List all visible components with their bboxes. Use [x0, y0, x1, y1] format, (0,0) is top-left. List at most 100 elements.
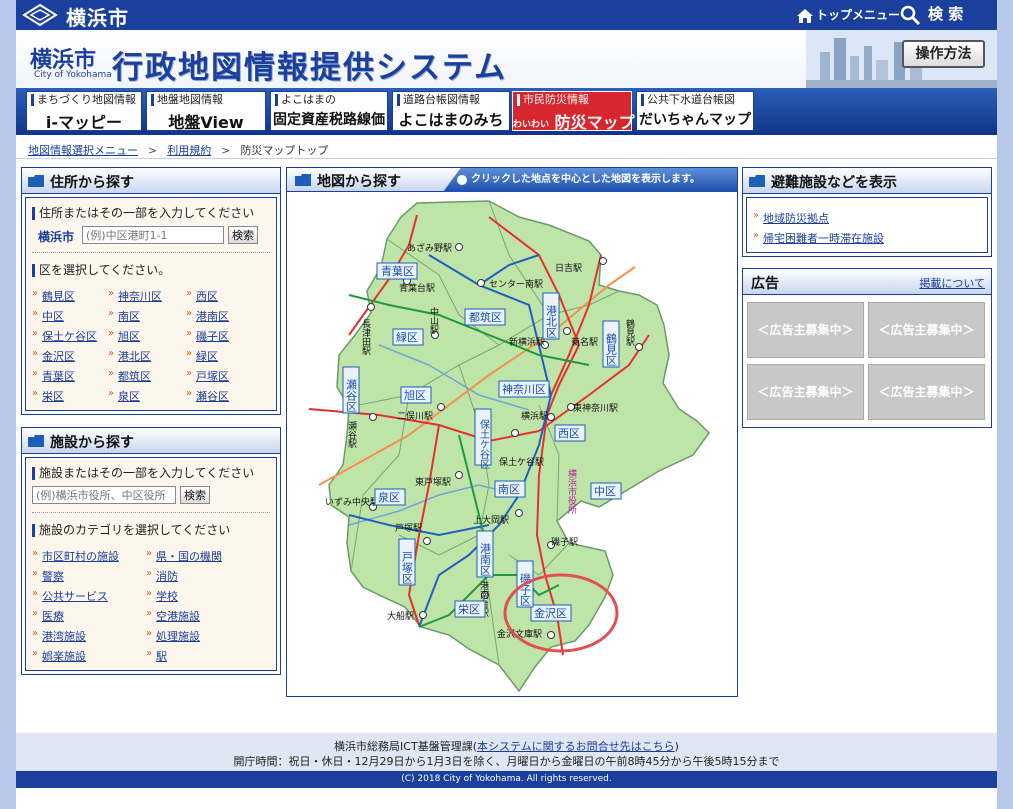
- ad-about-link[interactable]: 掲載について: [919, 275, 985, 291]
- top-menu-link[interactable]: トップメニュー: [796, 6, 900, 24]
- station-marker[interactable]: [635, 343, 643, 351]
- station-marker[interactable]: [437, 403, 445, 411]
- station-marker[interactable]: [511, 429, 519, 437]
- ad-slot[interactable]: ＜広告主募集中＞: [868, 302, 985, 358]
- ward-label-kanagawa[interactable]: 神奈川区: [498, 380, 550, 398]
- footer-contact: 横浜市総務局ICT基盤管理課(本システムに関するお問合せ先はこちら): [16, 738, 997, 754]
- tab-yokohama-michi[interactable]: 道路台帳図情報 よこはまのみち: [392, 91, 510, 131]
- ward-label-text: 神奈川区: [502, 382, 546, 396]
- facility-instruction: 施設またはその一部を入力してください: [32, 467, 254, 480]
- ad-slot[interactable]: ＜広告主募集中＞: [747, 364, 864, 420]
- evacuation-panel-body: 地域防災拠点 帰宅困難者一時滞在施設: [746, 197, 988, 253]
- ward-label-sakae[interactable]: 栄区: [454, 600, 486, 618]
- ward-label-hodogaya[interactable]: 保土ケ谷区: [474, 408, 492, 469]
- chevron-down-icon: [457, 175, 467, 185]
- yokohama-logo-icon[interactable]: [22, 3, 58, 27]
- city-name-link[interactable]: 横浜市: [66, 2, 129, 31]
- category-link-prefecture[interactable]: 県・国の機関: [146, 548, 222, 564]
- category-link-school[interactable]: 学校: [146, 588, 178, 604]
- ward-label-nishi[interactable]: 西区: [554, 424, 586, 442]
- category-link-treatment[interactable]: 処理施設: [146, 628, 200, 644]
- ward-label-tsurumi[interactable]: 鶴見区: [602, 320, 620, 368]
- station-marker[interactable]: [515, 509, 523, 517]
- category-link-port[interactable]: 港湾施設: [32, 628, 86, 644]
- ad-slot[interactable]: ＜広告主募集中＞: [868, 364, 985, 420]
- category-link-municipal[interactable]: 市区町村の施設: [32, 548, 119, 564]
- ward-label-asahi[interactable]: 旭区: [400, 386, 432, 404]
- ward-label-konan[interactable]: 港南区: [476, 530, 494, 578]
- station-marker[interactable]: [419, 611, 427, 619]
- ward-link-kanazawa[interactable]: 金沢区: [32, 348, 75, 364]
- ward-link-asahi[interactable]: 旭区: [108, 328, 140, 344]
- ward-link-sakae[interactable]: 栄区: [32, 388, 64, 404]
- tab-rosenka[interactable]: よこはまの 固定資産税路線価: [270, 91, 388, 131]
- station-marker[interactable]: [547, 413, 555, 421]
- breadcrumb-current: 防災マップトップ: [240, 144, 329, 157]
- address-search-input[interactable]: [82, 226, 224, 244]
- ad-slot[interactable]: ＜広告主募集中＞: [747, 302, 864, 358]
- station-marker[interactable]: [455, 243, 463, 251]
- ward-link-izumi[interactable]: 泉区: [108, 388, 140, 404]
- tab-bosai-map-sub: 市民防災情報: [517, 94, 589, 106]
- ward-link-nishi[interactable]: 西区: [186, 288, 218, 304]
- ward-label-naka[interactable]: 中区: [590, 482, 622, 500]
- station-marker[interactable]: [455, 471, 463, 479]
- yokohama-clickable-map[interactable]: あざみ野駅 青葉台駅 センター南駅 日吉駅 長津田駅 中山駅 新横浜駅 菊名駅 …: [289, 195, 735, 695]
- address-search-button[interactable]: 検索: [228, 226, 258, 244]
- tab-bosai-map[interactable]: 市民防災情報 わいわい 防災マップ: [512, 91, 635, 132]
- ward-link-aoba[interactable]: 青葉区: [32, 368, 75, 384]
- ward-label-minami[interactable]: 南区: [494, 480, 526, 498]
- ward-link-hodogaya[interactable]: 保土ケ谷区: [32, 328, 97, 344]
- evac-link-disaster-base[interactable]: 地域防災拠点: [753, 210, 829, 226]
- category-link-entertainment[interactable]: 娯楽施設: [32, 648, 86, 664]
- station-marker[interactable]: [423, 537, 431, 545]
- ward-link-konan[interactable]: 港南区: [186, 308, 229, 324]
- station-marker[interactable]: [563, 327, 571, 335]
- ward-label-kanazawa[interactable]: 金沢区: [530, 604, 572, 622]
- breadcrumb-terms[interactable]: 利用規約: [167, 144, 211, 157]
- ward-link-midori[interactable]: 緑区: [186, 348, 218, 364]
- ward-link-kohoku[interactable]: 港北区: [108, 348, 151, 364]
- ward-label-aoba[interactable]: 青葉区: [376, 262, 418, 280]
- category-link-fire[interactable]: 消防: [146, 568, 178, 584]
- ward-label-midori[interactable]: 緑区: [392, 328, 424, 346]
- ward-link-minami[interactable]: 南区: [108, 308, 140, 324]
- breadcrumb-map-menu[interactable]: 地図情報選択メニュー: [28, 144, 138, 157]
- category-link-medical[interactable]: 医療: [32, 608, 64, 624]
- ad-panel-title: 広告: [751, 276, 779, 292]
- ward-label-totsuka[interactable]: 戸塚区: [398, 538, 416, 586]
- ward-link-naka[interactable]: 中区: [32, 308, 64, 324]
- station-marker[interactable]: [547, 631, 555, 639]
- facility-search-input[interactable]: [32, 486, 176, 504]
- station-marker[interactable]: [477, 279, 485, 287]
- ward-label-kohoku[interactable]: 港北区: [542, 292, 560, 340]
- tab-jiban-view[interactable]: 地盤地図情報 地盤View: [146, 91, 266, 132]
- ward-link-totsuka[interactable]: 戸塚区: [186, 368, 229, 384]
- category-link-police[interactable]: 警察: [32, 568, 64, 584]
- facility-search-button[interactable]: 検索: [180, 486, 210, 504]
- search-link[interactable]: 検 索: [900, 3, 963, 25]
- tab-i-mappy[interactable]: まちづくり地図情報 i-マッピー: [26, 91, 142, 132]
- footer-contact-link[interactable]: 本システムに関するお問合せ先はこちら: [477, 740, 675, 753]
- tab-daichan-map[interactable]: 公共下水道台帳図 だいちゃんマップ: [636, 91, 754, 131]
- ward-link-tsurumi[interactable]: 鶴見区: [32, 288, 75, 304]
- category-link-station[interactable]: 駅: [146, 648, 167, 664]
- ward-link-seya[interactable]: 瀬谷区: [186, 388, 229, 404]
- ward-label-izumi[interactable]: 泉区: [374, 488, 406, 506]
- ward-label-tsuzuki[interactable]: 都筑区: [464, 308, 506, 326]
- ward-label-seya[interactable]: 瀬谷区: [342, 366, 360, 414]
- category-link-public-service[interactable]: 公共サービス: [32, 588, 108, 604]
- howto-button[interactable]: 操作方法: [902, 40, 985, 68]
- evac-link-temporary-stay[interactable]: 帰宅困難者一時滞在施設: [753, 230, 884, 246]
- ward-link-isogo[interactable]: 磯子区: [186, 328, 229, 344]
- facility-panel-header: 施設から探す: [22, 428, 280, 454]
- footer: 横浜市総務局ICT基盤管理課(本システムに関するお問合せ先はこちら) 開庁時間：…: [16, 733, 997, 771]
- category-link-airport[interactable]: 空港施設: [146, 608, 200, 624]
- station-marker[interactable]: [367, 303, 375, 311]
- top-menu-label: トップメニュー: [816, 8, 901, 22]
- ward-label-text: 戸塚区: [401, 551, 414, 584]
- ward-link-tsuzuki[interactable]: 都筑区: [108, 368, 151, 384]
- station-marker[interactable]: [369, 413, 377, 421]
- ward-link-kanagawa[interactable]: 神奈川区: [108, 288, 162, 304]
- station-marker[interactable]: [599, 257, 607, 265]
